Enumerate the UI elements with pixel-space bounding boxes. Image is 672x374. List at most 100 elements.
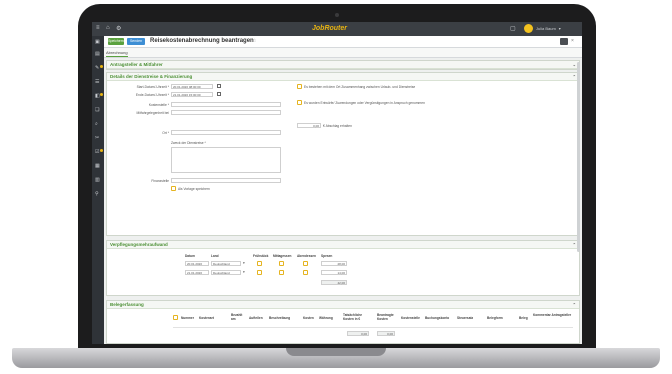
section-details-header[interactable]: Details der Dienstreise & Finanzierung ⌃ bbox=[107, 73, 579, 81]
meal-row-2-date[interactable]: 21.01.2020 bbox=[185, 270, 209, 275]
sidebar-search-icon[interactable]: ⌕ bbox=[95, 122, 101, 127]
section-receipts-header[interactable]: Belegerfassung ⌃ bbox=[107, 301, 579, 309]
section-meals: Verpflegungsmehraufwand ⌃ Datum Land Frü… bbox=[106, 240, 580, 296]
meal-row-1-amount[interactable]: 28,00 bbox=[321, 261, 347, 266]
chevron-down-icon: ▾ bbox=[558, 26, 561, 31]
meal-row-1-breakfast[interactable] bbox=[257, 261, 262, 266]
section-details: Details der Dienstreise & Finanzierung ⌃… bbox=[106, 72, 580, 236]
start-date-label: Start-Datum/-Uhrzeit * bbox=[136, 85, 169, 89]
star-icon[interactable]: ☆ bbox=[252, 38, 256, 44]
sidebar-list-icon[interactable]: ☰ bbox=[95, 80, 101, 85]
receipts-select-all-checkbox[interactable] bbox=[173, 315, 178, 320]
col-beleg: Beleg bbox=[519, 316, 528, 320]
meal-row-2-amount[interactable]: 14,00 bbox=[321, 270, 347, 275]
meal-row-2-dinner[interactable] bbox=[303, 270, 308, 275]
user-menu[interactable]: Julia Baum ▾ bbox=[524, 24, 561, 33]
sidebar-grid-icon[interactable]: ▦ bbox=[95, 164, 101, 169]
zweck-label: Zweck der Dienstreise * bbox=[171, 141, 206, 145]
user-name: Julia Baum bbox=[536, 26, 556, 31]
meal-row-2-breakfast[interactable] bbox=[257, 270, 262, 275]
save-template-label: Als Vorlage speichern bbox=[178, 187, 210, 191]
option1-checkbox[interactable] bbox=[297, 84, 302, 89]
chevron-down-icon: ⌄ bbox=[572, 62, 576, 67]
meal-row-1-dinner[interactable] bbox=[303, 261, 308, 266]
avatar bbox=[524, 24, 533, 33]
save-template-checkbox[interactable] bbox=[171, 186, 176, 191]
end-date-label: Ende-Datum/-Uhrzeit * bbox=[135, 93, 169, 97]
col-nummer: Nummer bbox=[181, 316, 194, 320]
more-button[interactable] bbox=[560, 38, 568, 45]
col-fruehstueck: Frühstück bbox=[253, 254, 269, 258]
close-icon[interactable]: × bbox=[571, 38, 574, 44]
save-button[interactable]: Speichern bbox=[108, 38, 124, 45]
menu-icon[interactable]: ≡ bbox=[96, 25, 100, 31]
col-buchungskonto: Buchungskonto bbox=[425, 316, 450, 320]
receipts-sum-requested: 0,00 bbox=[377, 331, 395, 336]
col-aufteilen: Aufteilen bbox=[249, 316, 263, 320]
sidebar-save-icon[interactable]: ▣ bbox=[95, 40, 101, 45]
sidebar-tools-icon[interactable]: ✂ bbox=[95, 136, 101, 141]
window-titlebar: Speichern Senden Reisekostenabrechnung b… bbox=[104, 36, 582, 48]
zweck-textarea[interactable] bbox=[171, 147, 281, 173]
option2-label: Es wurden Entwürfe/ Zuwendungen oder Ver… bbox=[304, 101, 425, 105]
section-meals-title: Verpflegungsmehraufwand bbox=[110, 242, 168, 247]
meal-row-1-lunch[interactable] bbox=[279, 261, 284, 266]
amount-input[interactable]: 0,00 bbox=[297, 123, 321, 128]
ort-input[interactable] bbox=[171, 130, 281, 135]
col-waehrung: Währung bbox=[319, 316, 333, 320]
notification-icon[interactable]: ▢ bbox=[510, 25, 516, 32]
finanzstelle-input[interactable] bbox=[171, 178, 281, 183]
col-mittagessen: Mittagessen bbox=[273, 254, 292, 258]
chevron-up-icon: ⌃ bbox=[572, 242, 576, 247]
chevron-up-icon: ⌃ bbox=[572, 74, 576, 79]
meal-row-2-lunch[interactable] bbox=[279, 270, 284, 275]
tab-abrechnung[interactable]: Abrechnung bbox=[106, 50, 128, 57]
form-content: Antragsteller & Mitfahrer ⌄ Details der … bbox=[106, 60, 580, 344]
meal-total: 42,00 bbox=[321, 280, 347, 285]
sidebar-doc-icon[interactable]: ❏ bbox=[95, 108, 101, 113]
brand-logo: JobRouter bbox=[312, 25, 347, 32]
laptop-notch bbox=[286, 348, 386, 356]
home-icon[interactable]: ⌂ bbox=[106, 25, 110, 31]
col-steuersatz: Steuersatz bbox=[457, 316, 474, 320]
section-applicant: Antragsteller & Mitfahrer ⌄ bbox=[106, 60, 580, 70]
meal-row-1-date[interactable]: 20.01.2020 bbox=[185, 261, 209, 266]
option1-label: Es bestehen mit dem Ort Zusammenhang zwi… bbox=[304, 85, 416, 89]
amount-unit: € Abschlag erhalten bbox=[323, 124, 352, 128]
col-kostenstelle: Kostenstelle bbox=[401, 316, 420, 320]
col-kommentar: Kommentar Antragsteller bbox=[533, 313, 572, 317]
tab-bar: Abrechnung bbox=[104, 48, 582, 58]
col-spesen: Spesen bbox=[321, 254, 333, 258]
mitfahrgelegenheit-input[interactable] bbox=[171, 110, 281, 115]
start-date-input[interactable]: 20.01.2020 08:00:00 bbox=[171, 84, 213, 89]
table-divider bbox=[173, 327, 573, 328]
kostenstelle-input[interactable] bbox=[171, 102, 281, 107]
settings-icon[interactable]: ⚙ bbox=[116, 25, 121, 32]
finanzstelle-label: Finanzstelle bbox=[151, 179, 169, 183]
send-button[interactable]: Senden bbox=[127, 38, 145, 45]
sidebar: ▣ ▤ ✎ ☰ ◧ ❏ ⌕ ✂ ☑ ▦ ▥ ⚲ bbox=[92, 36, 104, 344]
section-meals-header[interactable]: Verpflegungsmehraufwand ⌃ bbox=[107, 241, 579, 249]
chevron-down-icon: ▾ bbox=[243, 261, 245, 265]
sidebar-link-icon[interactable]: ⚲ bbox=[95, 192, 101, 197]
section-details-title: Details der Dienstreise & Finanzierung bbox=[110, 74, 193, 79]
sidebar-process-icon[interactable]: ✎ bbox=[95, 65, 103, 71]
receipts-sum-actual: 0,00 bbox=[347, 331, 369, 336]
calendar-icon[interactable] bbox=[217, 92, 221, 96]
col-belegform: Belegform bbox=[487, 316, 503, 320]
col-beschreibung: Beschreibung bbox=[269, 316, 291, 320]
screen: ≡ ⌂ ⚙ JobRouter ▢ Julia Baum ▾ ▣ ▤ ✎ ☰ ◧… bbox=[92, 22, 582, 344]
sidebar-tasks-icon[interactable]: ☑ bbox=[95, 149, 103, 155]
calendar-icon[interactable] bbox=[217, 84, 221, 88]
col-datum: Datum bbox=[185, 254, 195, 258]
meal-row-1-country[interactable]: Deutschland bbox=[211, 261, 241, 266]
scrollbar[interactable] bbox=[577, 62, 580, 252]
sidebar-file-icon[interactable]: ▥ bbox=[95, 178, 101, 183]
sidebar-chart-icon[interactable]: ◧ bbox=[95, 93, 103, 99]
end-date-input[interactable]: 21.01.2020 15:00:00 bbox=[171, 92, 213, 97]
sidebar-inbox-icon[interactable]: ▤ bbox=[95, 52, 101, 57]
ort-label: Ort * bbox=[162, 131, 169, 135]
meal-row-2-country[interactable]: Deutschland bbox=[211, 270, 241, 275]
option2-checkbox[interactable] bbox=[297, 100, 302, 105]
section-applicant-header[interactable]: Antragsteller & Mitfahrer ⌄ bbox=[107, 61, 579, 69]
